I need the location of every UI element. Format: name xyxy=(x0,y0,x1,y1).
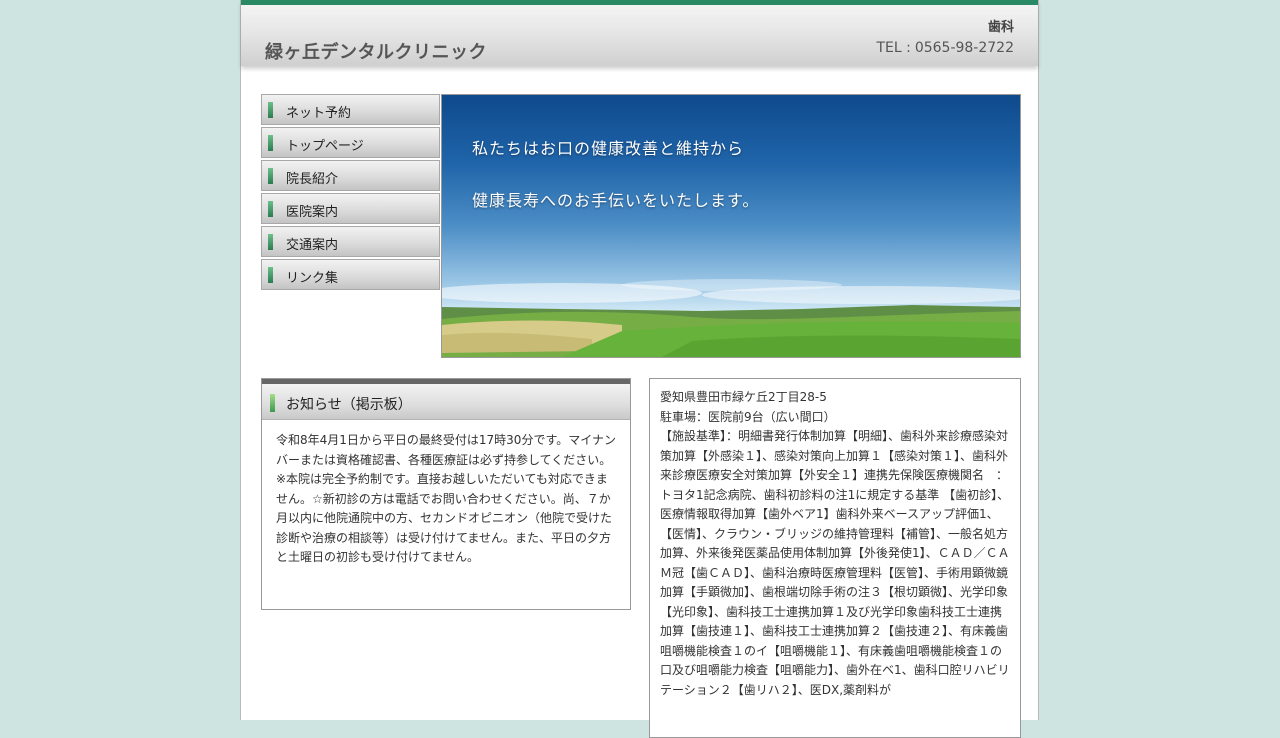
nav-item-label: ネット予約 xyxy=(286,106,352,121)
notice-header: お知らせ（掲示板） xyxy=(262,379,630,420)
nav-item-net-reservation[interactable]: ネット予約 xyxy=(261,94,440,125)
nav-item-links[interactable]: リンク集 xyxy=(261,259,440,290)
notice-board: お知らせ（掲示板） 令和8年4月1日から平日の最終受付は17時30分です。マイナ… xyxy=(261,378,631,610)
hero-tagline-2: 健康長寿へのお手伝いをいたします。 xyxy=(472,191,760,210)
facility-standards: 【施設基準】：明細書発行体制加算【明細】、歯科外来診療感染対策加算【外感染１】、… xyxy=(660,429,1010,697)
nav-bullet-icon xyxy=(268,168,273,184)
nav-bullet-icon xyxy=(268,102,273,118)
clinic-address: 愛知県豊田市緑ケ丘2丁目28-5 xyxy=(660,390,827,404)
nav-item-clinic-info[interactable]: 医院案内 xyxy=(261,193,440,224)
nav-item-access[interactable]: 交通案内 xyxy=(261,226,440,257)
category-label: 歯科 xyxy=(987,20,1014,35)
side-nav: ネット予約 トップページ 院長紹介 医院案内 交通案内 リンク集 xyxy=(261,94,440,292)
nav-item-label: トップページ xyxy=(286,139,364,154)
clinic-name[interactable]: 緑ヶ丘デンタルクリニック xyxy=(265,38,487,64)
hero-banner: 私たちはお口の健康改善と維持から 健康長寿へのお手伝いをいたします。 xyxy=(441,94,1021,358)
hero-tagline-1: 私たちはお口の健康改善と維持から xyxy=(472,139,745,158)
nav-bullet-icon xyxy=(268,135,273,151)
nav-item-label: 医院案内 xyxy=(286,205,339,220)
notice-text: 令和8年4月1日から平日の最終受付は17時30分です。マイナンバーまたは資格確認… xyxy=(276,433,617,564)
parking-info: 駐車場：医院前9台（広い間口） xyxy=(660,409,836,424)
site-header: 緑ヶ丘デンタルクリニック 歯科 TEL :0565-98-2722 xyxy=(241,0,1038,66)
nav-item-top-page[interactable]: トップページ xyxy=(261,127,440,158)
nav-item-label: リンク集 xyxy=(286,271,339,286)
nav-bullet-icon xyxy=(268,267,273,283)
clinic-info-box: 愛知県豊田市緑ケ丘2丁目28-5 駐車場：医院前9台（広い間口） 【施設基準】：… xyxy=(649,378,1021,738)
notice-title: お知らせ（掲示板） xyxy=(286,397,412,413)
nav-bullet-icon xyxy=(268,201,273,217)
nav-bullet-icon xyxy=(268,234,273,250)
nav-item-director[interactable]: 院長紹介 xyxy=(261,160,440,191)
notice-bullet-icon xyxy=(270,394,275,412)
nav-item-label: 院長紹介 xyxy=(286,172,339,187)
tel-label: TEL : xyxy=(876,40,911,56)
phone-number: TEL :0565-98-2722 xyxy=(876,40,1014,56)
tel-value: 0565-98-2722 xyxy=(914,40,1014,56)
page-container: 緑ヶ丘デンタルクリニック 歯科 TEL :0565-98-2722 ネット予約 … xyxy=(240,0,1039,738)
clinic-info-text: 愛知県豊田市緑ケ丘2丁目28-5 駐車場：医院前9台（広い間口） 【施設基準】：… xyxy=(660,388,1012,700)
nav-item-label: 交通案内 xyxy=(286,238,339,253)
